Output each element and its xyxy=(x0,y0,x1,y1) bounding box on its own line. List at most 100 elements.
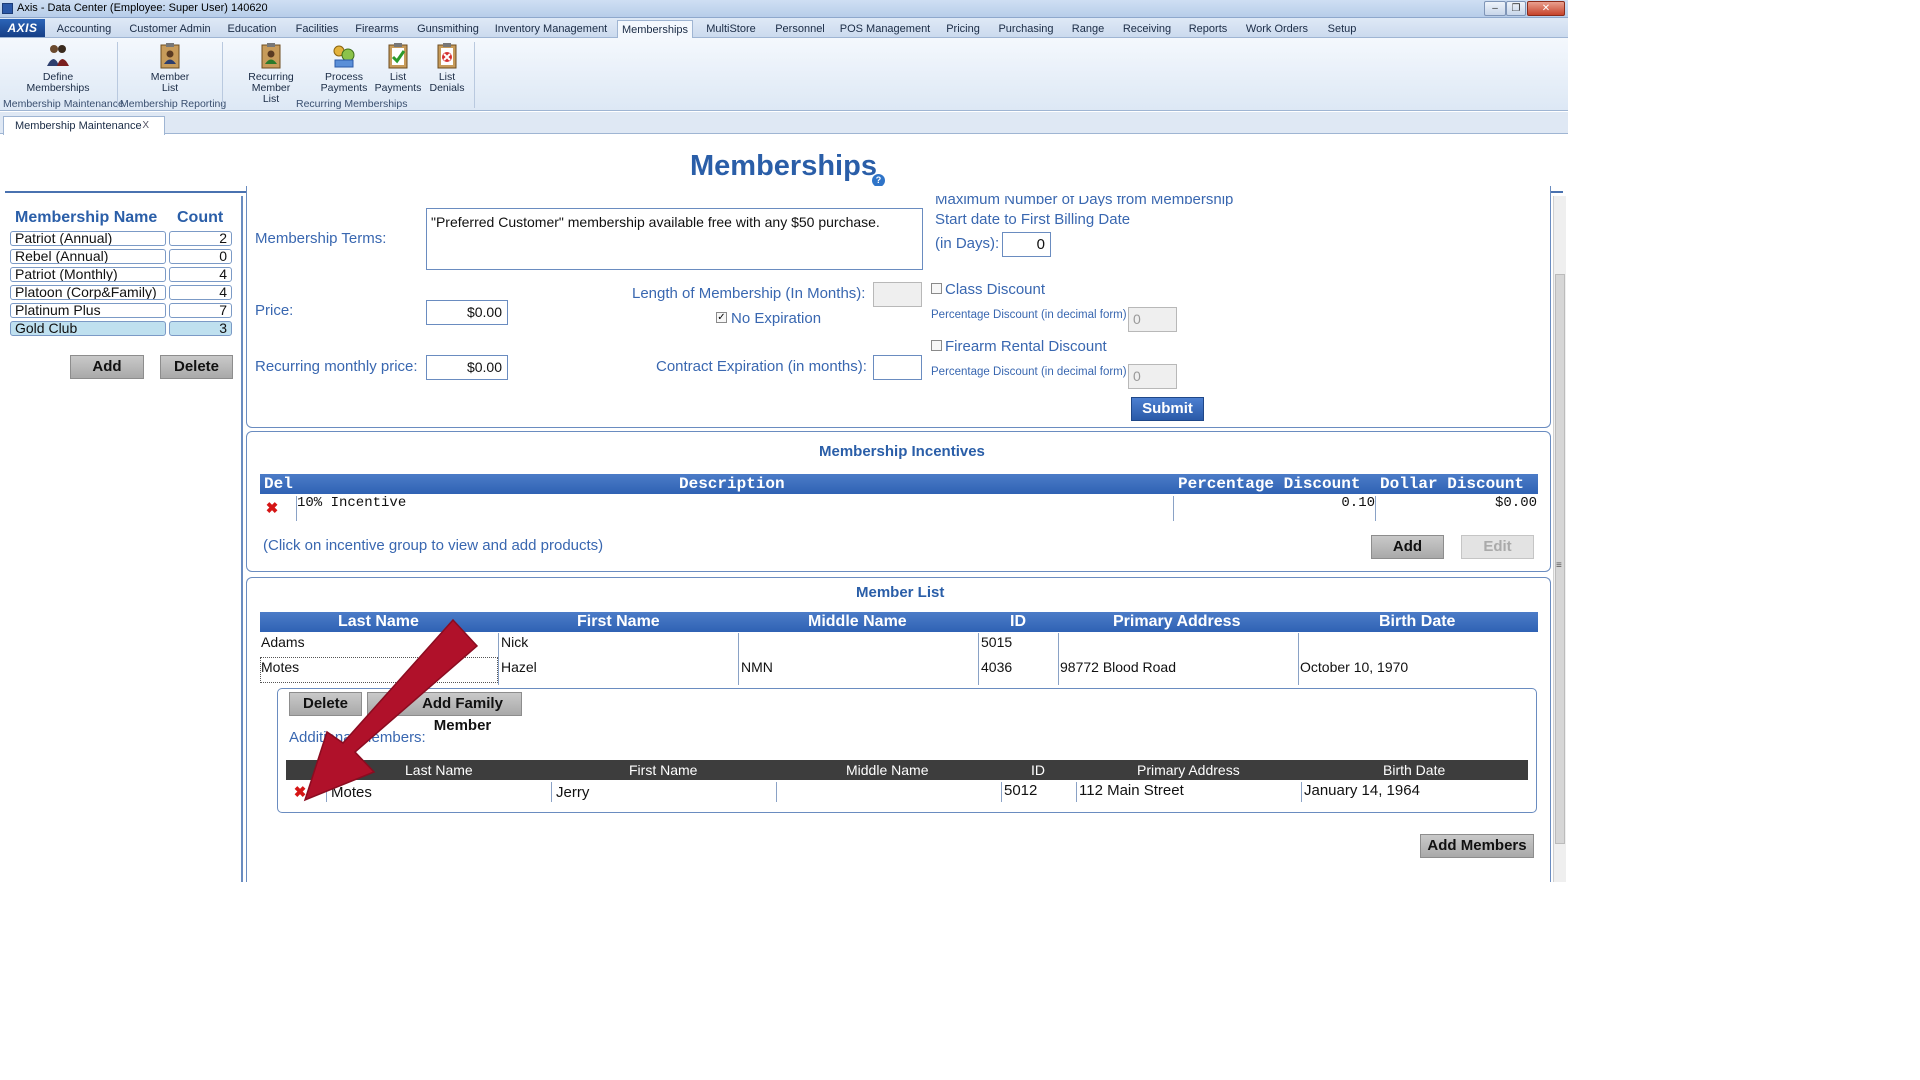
tab-facilities[interactable]: Facilities xyxy=(290,20,344,38)
membership-count: 4 xyxy=(169,267,232,282)
contract-expiration-input[interactable] xyxy=(873,355,922,380)
incentive-dollar: $0.00 xyxy=(1494,495,1537,511)
membership-count: 7 xyxy=(169,303,232,318)
tab-multistore[interactable]: MultiStore xyxy=(700,20,762,38)
tab-reports[interactable]: Reports xyxy=(1184,20,1232,38)
tab-customer-admin[interactable]: Customer Admin xyxy=(124,20,216,38)
panel-divider xyxy=(241,196,243,882)
ribbon-label: List xyxy=(161,82,179,94)
process-payments-button[interactable]: Process Payments xyxy=(318,42,370,94)
delete-incentive-icon[interactable]: ✖ xyxy=(265,501,279,516)
no-expiration-checkbox[interactable]: ✓ xyxy=(716,312,727,323)
firearm-rental-discount-checkbox[interactable] xyxy=(931,340,942,351)
header-middle-name: Middle Name xyxy=(846,762,929,778)
member-birth-date: October 10, 1970 xyxy=(1300,659,1409,675)
cell-divider xyxy=(1076,782,1077,802)
member-first-name: Nick xyxy=(501,634,529,650)
tab-pos-management[interactable]: POS Management xyxy=(838,20,932,38)
page-title: Memberships xyxy=(690,150,877,182)
close-tab-icon[interactable]: X xyxy=(142,117,149,135)
incentives-hint: (Click on incentive group to view and ad… xyxy=(263,537,604,554)
additional-address: 112 Main Street xyxy=(1079,782,1184,799)
header-last-name: Last Name xyxy=(338,613,419,630)
vertical-scrollbar[interactable]: ≡ xyxy=(1553,196,1566,882)
incentive-percentage: 0.10 xyxy=(1341,495,1375,511)
membership-row[interactable]: Patriot (Monthly) 4 xyxy=(10,267,233,283)
add-membership-button[interactable]: Add xyxy=(70,355,144,379)
tab-membership-maintenance[interactable]: Membership Maintenance X xyxy=(3,116,165,135)
membership-row[interactable]: Patriot (Annual) 2 xyxy=(10,231,233,247)
tab-firearms[interactable]: Firearms xyxy=(352,20,402,38)
length-of-membership-input[interactable] xyxy=(873,282,922,307)
tab-receiving[interactable]: Receiving xyxy=(1118,20,1176,38)
tab-setup[interactable]: Setup xyxy=(1322,20,1362,38)
header-del: Del xyxy=(264,475,293,493)
class-percentage-input[interactable]: 0 xyxy=(1128,307,1177,332)
add-family-member-button[interactable]: Add Family Member xyxy=(367,692,522,734)
delete-member-button[interactable]: Delete xyxy=(289,692,362,716)
add-incentive-button[interactable]: Add xyxy=(1371,535,1444,559)
membership-row[interactable]: Platoon (Corp&Family) 4 xyxy=(10,285,233,301)
tab-purchasing[interactable]: Purchasing xyxy=(994,20,1058,38)
submit-button[interactable]: Submit xyxy=(1131,397,1204,421)
membership-row[interactable]: Platinum Plus 7 xyxy=(10,303,233,319)
tab-education[interactable]: Education xyxy=(223,20,281,38)
clipboard-person-icon xyxy=(160,43,180,69)
max-days-input[interactable]: 0 xyxy=(1002,232,1051,257)
cell-divider xyxy=(551,782,552,802)
tab-personnel[interactable]: Personnel xyxy=(770,20,830,38)
tab-gunsmithing[interactable]: Gunsmithing xyxy=(412,20,484,38)
define-memberships-button[interactable]: Define Memberships xyxy=(18,42,98,94)
ribbon-label: Payments xyxy=(374,82,422,94)
membership-count: 2 xyxy=(169,231,232,246)
rental-percentage-input[interactable]: 0 xyxy=(1128,364,1177,389)
header-first-name: First Name xyxy=(577,613,660,630)
payments-icon xyxy=(333,45,355,68)
cell-divider xyxy=(326,782,327,802)
membership-count: 4 xyxy=(169,285,232,300)
scrollbar-thumb[interactable] xyxy=(1555,274,1565,844)
recurring-price-input[interactable]: $0.00 xyxy=(426,355,508,380)
window-title: Axis - Data Center (Employee: Super User… xyxy=(17,2,268,14)
recurring-member-list-button[interactable]: Recurring Member List xyxy=(228,42,314,105)
class-discount-checkbox[interactable] xyxy=(931,283,942,294)
list-payments-button[interactable]: List Payments xyxy=(374,42,422,94)
member-id: 4036 xyxy=(981,659,1013,675)
tab-work-orders[interactable]: Work Orders xyxy=(1240,20,1314,38)
header-primary-address: Primary Address xyxy=(1137,762,1240,778)
membership-terms-input[interactable]: "Preferred Customer" membership availabl… xyxy=(426,208,923,270)
header-percentage-discount: Percentage Discount xyxy=(1178,475,1361,493)
membership-name: Platinum Plus xyxy=(10,303,166,318)
max-days-label-line2: Start date to First Billing Date xyxy=(935,211,1131,228)
close-button[interactable]: ✕ xyxy=(1527,1,1565,16)
membership-row-selected[interactable]: Gold Club 3 xyxy=(10,321,233,337)
people-icon xyxy=(47,45,69,66)
price-input[interactable]: $0.00 xyxy=(426,300,508,325)
ribbon-label: Recurring Member xyxy=(248,71,294,94)
additional-last-name: Motes xyxy=(331,784,372,801)
cell-divider xyxy=(498,633,499,685)
restore-button[interactable]: ❐ xyxy=(1506,1,1526,16)
delete-additional-member-icon[interactable]: ✖ xyxy=(293,785,307,800)
cell-divider xyxy=(1058,633,1059,685)
delete-membership-button[interactable]: Delete xyxy=(160,355,233,379)
list-denials-button[interactable]: List Denials xyxy=(426,42,468,94)
ribbon-label: Payments xyxy=(320,82,368,94)
tab-memberships[interactable]: Memberships xyxy=(617,20,693,38)
edit-incentive-button[interactable]: Edit xyxy=(1461,535,1534,559)
tab-accounting[interactable]: Accounting xyxy=(52,20,116,38)
scrollbar-grip-icon: ≡ xyxy=(1556,560,1562,571)
membership-row[interactable]: Rebel (Annual) 0 xyxy=(10,249,233,265)
app-icon xyxy=(2,3,13,14)
tab-inventory-management[interactable]: Inventory Management xyxy=(492,20,610,38)
group-recurring-memberships: Recurring Memberships xyxy=(296,98,408,110)
member-list-button[interactable]: Member List xyxy=(140,42,200,94)
minimize-button[interactable]: – xyxy=(1484,1,1506,16)
membership-count-header: Count xyxy=(177,209,224,226)
max-days-label-line3: (in Days): xyxy=(935,235,1000,252)
ribbon: Define Memberships Member List Recurring… xyxy=(0,38,1568,111)
cell-divider xyxy=(1301,782,1302,802)
tab-pricing[interactable]: Pricing xyxy=(940,20,986,38)
add-members-button[interactable]: Add Members xyxy=(1420,834,1534,858)
tab-range[interactable]: Range xyxy=(1066,20,1110,38)
